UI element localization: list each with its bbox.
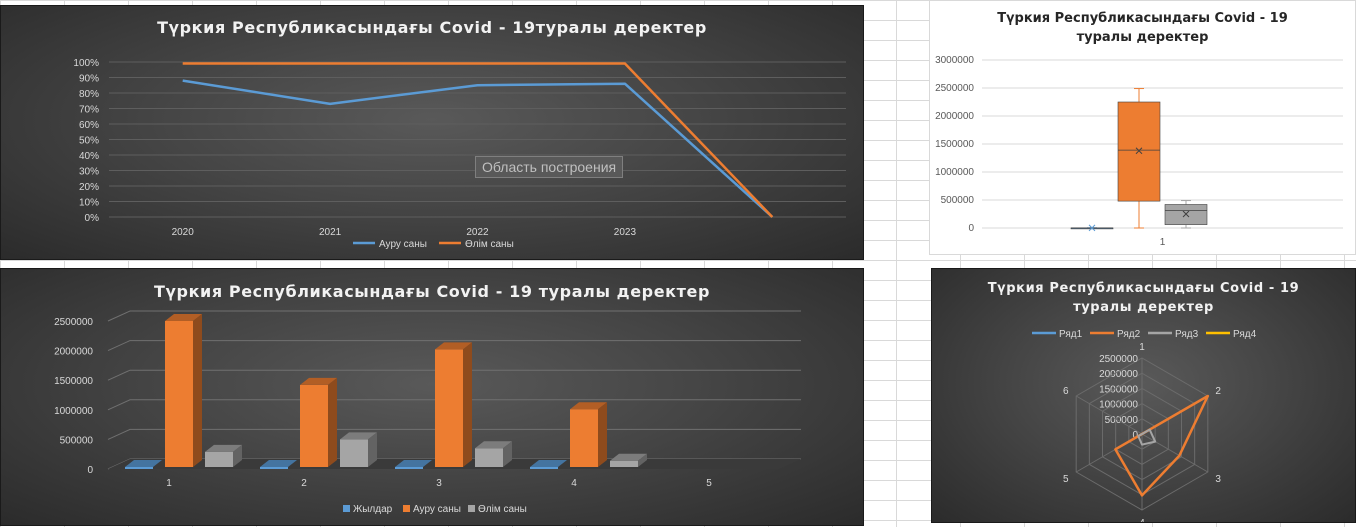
x-tick-label: 2020 bbox=[172, 227, 195, 238]
box-chart[interactable]: Түркия Республикасындағы Covid - 19 тура… bbox=[929, 0, 1356, 255]
y-tick-label: 50% bbox=[79, 136, 99, 147]
radar-chart[interactable]: Түркия Республикасындағы Covid - 19 тура… bbox=[931, 268, 1356, 523]
series-line bbox=[182, 79, 774, 218]
y-tick-label: 500000 bbox=[941, 195, 975, 206]
radar-spoke bbox=[1141, 433, 1209, 473]
radar-tick-label: 2500000 bbox=[1099, 354, 1138, 365]
y-tick-label: 80% bbox=[79, 89, 99, 100]
bar-front bbox=[395, 467, 423, 469]
y-tick-label: 2000000 bbox=[935, 111, 974, 122]
radar-chart-title: Түркия Республикасындағы Covid - 19 тура… bbox=[987, 281, 1300, 315]
column-chart[interactable]: Түркия Республикасындағы Covid - 19 тура… bbox=[0, 268, 864, 526]
y-tick-label: 1500000 bbox=[935, 139, 974, 150]
radar-axis-label: 3 bbox=[1215, 474, 1221, 485]
bar-front bbox=[300, 384, 328, 467]
y-tick-label: 1000000 bbox=[935, 167, 974, 178]
bar-front bbox=[260, 467, 288, 469]
y-tick-label: 10% bbox=[79, 198, 99, 209]
y-tick-label: 30% bbox=[79, 167, 99, 178]
y-tick-label: 2500000 bbox=[54, 317, 93, 328]
bar-front bbox=[205, 451, 233, 467]
line-chart-title: Түркия Республикасындағы Covid - 19турал… bbox=[157, 18, 707, 37]
y-tick-label: 1000000 bbox=[54, 406, 93, 417]
column-chart-plot: 0 500000 1000000 1500000 2000000 2500000 1 2 3 4 5… bbox=[54, 310, 801, 515]
legend-label: Өлім саны bbox=[478, 504, 527, 515]
legend-label: Ауру саны bbox=[379, 239, 427, 250]
x-tick-label: 2 bbox=[301, 478, 307, 489]
radar-axis-label: 6 bbox=[1063, 386, 1069, 397]
x-tick-label: 2021 bbox=[319, 227, 342, 238]
bar-front bbox=[435, 349, 463, 467]
y-tick-label: 0 bbox=[968, 223, 974, 234]
bar-front bbox=[570, 409, 598, 467]
y-tick-label: 2000000 bbox=[54, 347, 93, 358]
y-tick-label: 20% bbox=[79, 182, 99, 193]
y-tick-label: 60% bbox=[79, 120, 99, 131]
y-tick-label: 70% bbox=[79, 105, 99, 116]
legend-label: Ряд1 bbox=[1059, 329, 1083, 340]
legend-label: Ряд3 bbox=[1175, 329, 1199, 340]
x-tick-label: 1 bbox=[1160, 237, 1166, 248]
line-chart-plot: 0% 10% 20% 30% 40% 50% 60% 70% 80% 90% 100% 2020 202… bbox=[73, 58, 846, 250]
bar-front bbox=[475, 448, 503, 467]
legend-label: Өлім саны bbox=[465, 239, 514, 250]
y-tick-label: 500000 bbox=[60, 435, 94, 446]
y-tick-label: 0% bbox=[85, 213, 100, 224]
bar-front bbox=[165, 321, 193, 467]
bar-front bbox=[340, 439, 368, 467]
y-tick-label: 3000000 bbox=[935, 55, 974, 66]
y-tick-label: 2500000 bbox=[935, 83, 974, 94]
bar-side bbox=[463, 342, 472, 467]
legend-label: Жылдар bbox=[353, 504, 393, 515]
series-line bbox=[182, 62, 774, 218]
bar-side bbox=[328, 377, 337, 467]
bar-side bbox=[598, 402, 607, 467]
x-tick-label: 4 bbox=[571, 478, 577, 489]
radar-tick-label: 500000 bbox=[1105, 415, 1139, 426]
legend-swatch bbox=[343, 505, 350, 512]
y-tick-label: 90% bbox=[79, 74, 99, 85]
bar-front bbox=[125, 467, 153, 469]
x-tick-label: 2022 bbox=[466, 227, 489, 238]
y-tick-label: 100% bbox=[73, 58, 99, 69]
bar-side bbox=[193, 314, 202, 467]
bar-front bbox=[530, 467, 558, 469]
gridline bbox=[107, 310, 801, 322]
legend-label: Ряд2 bbox=[1117, 329, 1141, 340]
radar-axis-label: 5 bbox=[1063, 474, 1069, 485]
legend-swatch bbox=[403, 505, 410, 512]
y-tick-label: 40% bbox=[79, 151, 99, 162]
legend-label: Ряд4 bbox=[1233, 329, 1257, 340]
legend-label: Ауру саны bbox=[413, 504, 461, 515]
radar-axis-label: 4 bbox=[1139, 518, 1145, 522]
x-tick-label: 3 bbox=[436, 478, 442, 489]
bar-front bbox=[610, 460, 638, 467]
radar-axis-label: 1 bbox=[1139, 342, 1145, 353]
column-chart-title: Түркия Республикасындағы Covid - 19 тура… bbox=[153, 282, 710, 301]
box bbox=[1117, 101, 1161, 202]
box-chart-title: Түркия Республикасындағы Covid - 19 тура… bbox=[997, 11, 1288, 45]
y-tick-label: 0 bbox=[87, 465, 93, 476]
radar-axis-label: 2 bbox=[1215, 386, 1221, 397]
x-tick-label: 1 bbox=[166, 478, 172, 489]
plot-area-tooltip: Область построения bbox=[475, 156, 624, 178]
legend-swatch bbox=[468, 505, 475, 512]
x-tick-label: 5 bbox=[706, 478, 712, 489]
x-tick-label: 2023 bbox=[614, 227, 637, 238]
y-tick-label: 1500000 bbox=[54, 376, 93, 387]
line-chart[interactable]: Түркия Республикасындағы Covid - 19турал… bbox=[0, 5, 864, 260]
